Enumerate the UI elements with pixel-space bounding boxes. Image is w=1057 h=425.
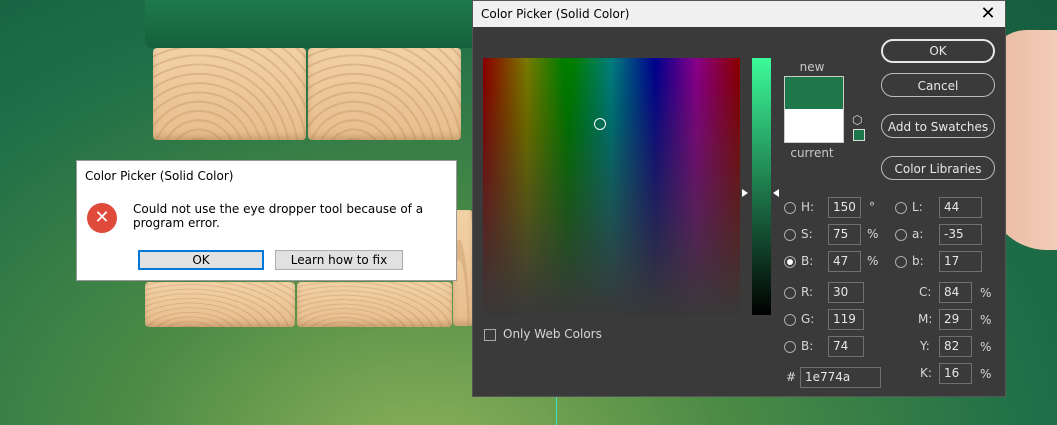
b-input[interactable]: 47 xyxy=(828,251,861,272)
cancel-button[interactable]: Cancel xyxy=(881,73,995,97)
color-field-picker-ring[interactable] xyxy=(594,118,606,130)
background-wood-block xyxy=(145,282,295,327)
k-unit: % xyxy=(980,367,992,381)
background-green-block xyxy=(145,0,475,48)
radio-s[interactable] xyxy=(784,229,796,241)
h-label: H: xyxy=(801,200,815,214)
learn-how-to-fix-button[interactable]: Learn how to fix xyxy=(275,250,403,270)
c-label: C: xyxy=(919,285,932,299)
cursor-guide-line xyxy=(556,396,557,425)
error-icon: ✕ xyxy=(87,203,117,233)
radio-r[interactable] xyxy=(784,287,796,299)
hex-label: # xyxy=(786,370,797,384)
c-unit: % xyxy=(980,286,992,300)
c-input[interactable]: 84 xyxy=(939,282,972,303)
error-dialog-title: Color Picker (Solid Color) xyxy=(85,169,234,183)
ok-button[interactable]: OK xyxy=(881,39,995,63)
error-dialog: Color Picker (Solid Color) ✕ Could not u… xyxy=(76,160,457,281)
radio-g[interactable] xyxy=(784,314,796,326)
color-libraries-button[interactable]: Color Libraries xyxy=(881,156,995,180)
color-field-overlay xyxy=(483,58,740,315)
only-web-colors-label: Only Web Colors xyxy=(503,327,602,341)
y-input[interactable]: 82 xyxy=(939,336,972,357)
error-ok-button[interactable]: OK xyxy=(138,250,264,270)
b-unit: % xyxy=(867,254,879,268)
slider-handle-left-icon[interactable] xyxy=(742,189,748,197)
radio-rgb-b[interactable] xyxy=(784,341,796,353)
a-input[interactable]: -35 xyxy=(939,224,982,245)
r-input[interactable]: 30 xyxy=(828,282,864,303)
m-input[interactable]: 29 xyxy=(939,309,972,330)
background-wood-block xyxy=(297,282,452,327)
l-input[interactable]: 44 xyxy=(939,197,982,218)
k-input[interactable]: 16 xyxy=(939,363,972,384)
s-input[interactable]: 75 xyxy=(828,224,861,245)
l-label: L: xyxy=(912,200,923,214)
s-unit: % xyxy=(867,227,879,241)
g-input[interactable]: 119 xyxy=(828,309,864,330)
m-unit: % xyxy=(980,313,992,327)
k-label: K: xyxy=(920,366,932,380)
y-unit: % xyxy=(980,340,992,354)
hex-input[interactable]: 1e774a xyxy=(800,367,881,388)
background-wood-block xyxy=(153,48,306,140)
hue-slider[interactable] xyxy=(752,58,771,315)
close-icon[interactable]: ✕ xyxy=(977,1,999,27)
h-unit: ° xyxy=(869,200,875,214)
slider-handle-right-icon[interactable] xyxy=(773,189,779,197)
error-message: Could not use the eye dropper tool becau… xyxy=(133,202,424,230)
rgb-b-input[interactable]: 74 xyxy=(828,336,864,357)
radio-h[interactable] xyxy=(784,202,796,214)
rgb-b-label: B: xyxy=(801,339,814,353)
background-wood-block xyxy=(308,48,461,140)
dialog-title-bar: Color Picker (Solid Color) xyxy=(473,1,1005,27)
current-color-swatch[interactable] xyxy=(784,109,844,143)
new-color-label: new xyxy=(799,60,825,74)
current-color-label: current xyxy=(790,146,834,160)
y-label: Y: xyxy=(920,339,930,353)
a-label: a: xyxy=(912,227,924,241)
h-input[interactable]: 150 xyxy=(828,197,861,218)
lab-b-label: b: xyxy=(912,254,924,268)
dialog-title: Color Picker (Solid Color) xyxy=(481,7,630,21)
new-color-swatch xyxy=(784,76,844,110)
only-web-colors-checkbox[interactable] xyxy=(484,329,496,341)
r-label: R: xyxy=(801,285,814,299)
web-safe-swatch-icon[interactable] xyxy=(853,129,865,141)
g-label: G: xyxy=(801,312,815,326)
radio-b[interactable] xyxy=(784,256,796,268)
b-label: B: xyxy=(801,254,814,268)
s-label: S: xyxy=(801,227,813,241)
radio-l[interactable] xyxy=(895,202,907,214)
radio-lab-b[interactable] xyxy=(895,256,907,268)
lab-b-input[interactable]: 17 xyxy=(939,251,982,272)
out-of-gamut-cube-icon[interactable]: ⬡ xyxy=(852,113,862,127)
add-to-swatches-button[interactable]: Add to Swatches xyxy=(881,114,995,138)
radio-a[interactable] xyxy=(895,229,907,241)
color-picker-dialog: Color Picker (Solid Color) ✕ new current… xyxy=(472,0,1006,397)
m-label: M: xyxy=(918,312,933,326)
